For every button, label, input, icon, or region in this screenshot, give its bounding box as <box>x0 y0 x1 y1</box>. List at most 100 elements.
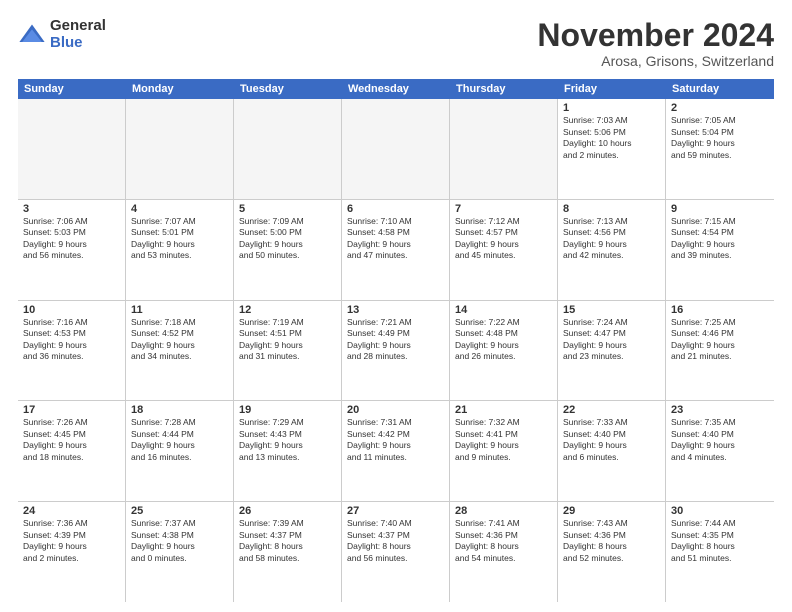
day-number: 14 <box>455 304 552 316</box>
day-number: 22 <box>563 404 660 416</box>
location: Arosa, Grisons, Switzerland <box>537 53 774 69</box>
cell-info: Sunrise: 7:19 AM Sunset: 4:51 PM Dayligh… <box>239 317 336 363</box>
calendar-cell-20: 20Sunrise: 7:31 AM Sunset: 4:42 PM Dayli… <box>342 401 450 501</box>
calendar-cell-12: 12Sunrise: 7:19 AM Sunset: 4:51 PM Dayli… <box>234 301 342 401</box>
calendar-cell-9: 9Sunrise: 7:15 AM Sunset: 4:54 PM Daylig… <box>666 200 774 300</box>
header-day-thursday: Thursday <box>450 79 558 99</box>
day-number: 18 <box>131 404 228 416</box>
logo-text: General Blue <box>50 18 106 51</box>
cell-info: Sunrise: 7:07 AM Sunset: 5:01 PM Dayligh… <box>131 216 228 262</box>
day-number: 13 <box>347 304 444 316</box>
day-number: 5 <box>239 203 336 215</box>
cell-info: Sunrise: 7:37 AM Sunset: 4:38 PM Dayligh… <box>131 518 228 564</box>
page: General Blue November 2024 Arosa, Grison… <box>0 0 792 612</box>
calendar-cell-25: 25Sunrise: 7:37 AM Sunset: 4:38 PM Dayli… <box>126 502 234 602</box>
day-number: 25 <box>131 505 228 517</box>
header-day-tuesday: Tuesday <box>234 79 342 99</box>
cell-info: Sunrise: 7:10 AM Sunset: 4:58 PM Dayligh… <box>347 216 444 262</box>
cell-info: Sunrise: 7:25 AM Sunset: 4:46 PM Dayligh… <box>671 317 769 363</box>
calendar-row-3: 17Sunrise: 7:26 AM Sunset: 4:45 PM Dayli… <box>18 401 774 502</box>
header-day-saturday: Saturday <box>666 79 774 99</box>
calendar-cell-24: 24Sunrise: 7:36 AM Sunset: 4:39 PM Dayli… <box>18 502 126 602</box>
calendar-cell-28: 28Sunrise: 7:41 AM Sunset: 4:36 PM Dayli… <box>450 502 558 602</box>
calendar-cell-8: 8Sunrise: 7:13 AM Sunset: 4:56 PM Daylig… <box>558 200 666 300</box>
cell-info: Sunrise: 7:43 AM Sunset: 4:36 PM Dayligh… <box>563 518 660 564</box>
calendar-cell-empty-0-3 <box>342 99 450 199</box>
cell-info: Sunrise: 7:06 AM Sunset: 5:03 PM Dayligh… <box>23 216 120 262</box>
cell-info: Sunrise: 7:21 AM Sunset: 4:49 PM Dayligh… <box>347 317 444 363</box>
calendar-cell-3: 3Sunrise: 7:06 AM Sunset: 5:03 PM Daylig… <box>18 200 126 300</box>
calendar-cell-7: 7Sunrise: 7:12 AM Sunset: 4:57 PM Daylig… <box>450 200 558 300</box>
header: General Blue November 2024 Arosa, Grison… <box>18 18 774 69</box>
calendar-cell-empty-0-1 <box>126 99 234 199</box>
calendar-cell-14: 14Sunrise: 7:22 AM Sunset: 4:48 PM Dayli… <box>450 301 558 401</box>
calendar-cell-23: 23Sunrise: 7:35 AM Sunset: 4:40 PM Dayli… <box>666 401 774 501</box>
cell-info: Sunrise: 7:32 AM Sunset: 4:41 PM Dayligh… <box>455 417 552 463</box>
logo-blue: Blue <box>50 35 106 52</box>
calendar-row-4: 24Sunrise: 7:36 AM Sunset: 4:39 PM Dayli… <box>18 502 774 602</box>
cell-info: Sunrise: 7:31 AM Sunset: 4:42 PM Dayligh… <box>347 417 444 463</box>
calendar-cell-30: 30Sunrise: 7:44 AM Sunset: 4:35 PM Dayli… <box>666 502 774 602</box>
calendar-cell-15: 15Sunrise: 7:24 AM Sunset: 4:47 PM Dayli… <box>558 301 666 401</box>
day-number: 29 <box>563 505 660 517</box>
cell-info: Sunrise: 7:36 AM Sunset: 4:39 PM Dayligh… <box>23 518 120 564</box>
day-number: 17 <box>23 404 120 416</box>
cell-info: Sunrise: 7:12 AM Sunset: 4:57 PM Dayligh… <box>455 216 552 262</box>
title-block: November 2024 Arosa, Grisons, Switzerlan… <box>537 18 774 69</box>
day-number: 15 <box>563 304 660 316</box>
day-number: 26 <box>239 505 336 517</box>
calendar-row-1: 3Sunrise: 7:06 AM Sunset: 5:03 PM Daylig… <box>18 200 774 301</box>
day-number: 10 <box>23 304 120 316</box>
cell-info: Sunrise: 7:28 AM Sunset: 4:44 PM Dayligh… <box>131 417 228 463</box>
cell-info: Sunrise: 7:41 AM Sunset: 4:36 PM Dayligh… <box>455 518 552 564</box>
calendar-cell-4: 4Sunrise: 7:07 AM Sunset: 5:01 PM Daylig… <box>126 200 234 300</box>
calendar-cell-5: 5Sunrise: 7:09 AM Sunset: 5:00 PM Daylig… <box>234 200 342 300</box>
day-number: 19 <box>239 404 336 416</box>
header-day-friday: Friday <box>558 79 666 99</box>
day-number: 3 <box>23 203 120 215</box>
calendar-body: 1Sunrise: 7:03 AM Sunset: 5:06 PM Daylig… <box>18 99 774 602</box>
calendar: SundayMondayTuesdayWednesdayThursdayFrid… <box>18 79 774 602</box>
cell-info: Sunrise: 7:09 AM Sunset: 5:00 PM Dayligh… <box>239 216 336 262</box>
day-number: 20 <box>347 404 444 416</box>
calendar-cell-empty-0-4 <box>450 99 558 199</box>
calendar-cell-19: 19Sunrise: 7:29 AM Sunset: 4:43 PM Dayli… <box>234 401 342 501</box>
calendar-cell-10: 10Sunrise: 7:16 AM Sunset: 4:53 PM Dayli… <box>18 301 126 401</box>
calendar-cell-22: 22Sunrise: 7:33 AM Sunset: 4:40 PM Dayli… <box>558 401 666 501</box>
month-title: November 2024 <box>537 18 774 53</box>
day-number: 9 <box>671 203 769 215</box>
cell-info: Sunrise: 7:26 AM Sunset: 4:45 PM Dayligh… <box>23 417 120 463</box>
day-number: 30 <box>671 505 769 517</box>
cell-info: Sunrise: 7:22 AM Sunset: 4:48 PM Dayligh… <box>455 317 552 363</box>
cell-info: Sunrise: 7:13 AM Sunset: 4:56 PM Dayligh… <box>563 216 660 262</box>
header-day-monday: Monday <box>126 79 234 99</box>
cell-info: Sunrise: 7:24 AM Sunset: 4:47 PM Dayligh… <box>563 317 660 363</box>
cell-info: Sunrise: 7:15 AM Sunset: 4:54 PM Dayligh… <box>671 216 769 262</box>
cell-info: Sunrise: 7:40 AM Sunset: 4:37 PM Dayligh… <box>347 518 444 564</box>
day-number: 1 <box>563 102 660 114</box>
calendar-cell-21: 21Sunrise: 7:32 AM Sunset: 4:41 PM Dayli… <box>450 401 558 501</box>
cell-info: Sunrise: 7:05 AM Sunset: 5:04 PM Dayligh… <box>671 115 769 161</box>
calendar-row-0: 1Sunrise: 7:03 AM Sunset: 5:06 PM Daylig… <box>18 99 774 200</box>
day-number: 7 <box>455 203 552 215</box>
day-number: 8 <box>563 203 660 215</box>
day-number: 23 <box>671 404 769 416</box>
day-number: 27 <box>347 505 444 517</box>
cell-info: Sunrise: 7:33 AM Sunset: 4:40 PM Dayligh… <box>563 417 660 463</box>
day-number: 12 <box>239 304 336 316</box>
cell-info: Sunrise: 7:29 AM Sunset: 4:43 PM Dayligh… <box>239 417 336 463</box>
day-number: 4 <box>131 203 228 215</box>
day-number: 2 <box>671 102 769 114</box>
calendar-cell-13: 13Sunrise: 7:21 AM Sunset: 4:49 PM Dayli… <box>342 301 450 401</box>
calendar-cell-11: 11Sunrise: 7:18 AM Sunset: 4:52 PM Dayli… <box>126 301 234 401</box>
cell-info: Sunrise: 7:16 AM Sunset: 4:53 PM Dayligh… <box>23 317 120 363</box>
calendar-cell-6: 6Sunrise: 7:10 AM Sunset: 4:58 PM Daylig… <box>342 200 450 300</box>
calendar-cell-empty-0-0 <box>18 99 126 199</box>
calendar-cell-1: 1Sunrise: 7:03 AM Sunset: 5:06 PM Daylig… <box>558 99 666 199</box>
cell-info: Sunrise: 7:35 AM Sunset: 4:40 PM Dayligh… <box>671 417 769 463</box>
cell-info: Sunrise: 7:39 AM Sunset: 4:37 PM Dayligh… <box>239 518 336 564</box>
header-day-sunday: Sunday <box>18 79 126 99</box>
day-number: 28 <box>455 505 552 517</box>
day-number: 21 <box>455 404 552 416</box>
day-number: 24 <box>23 505 120 517</box>
